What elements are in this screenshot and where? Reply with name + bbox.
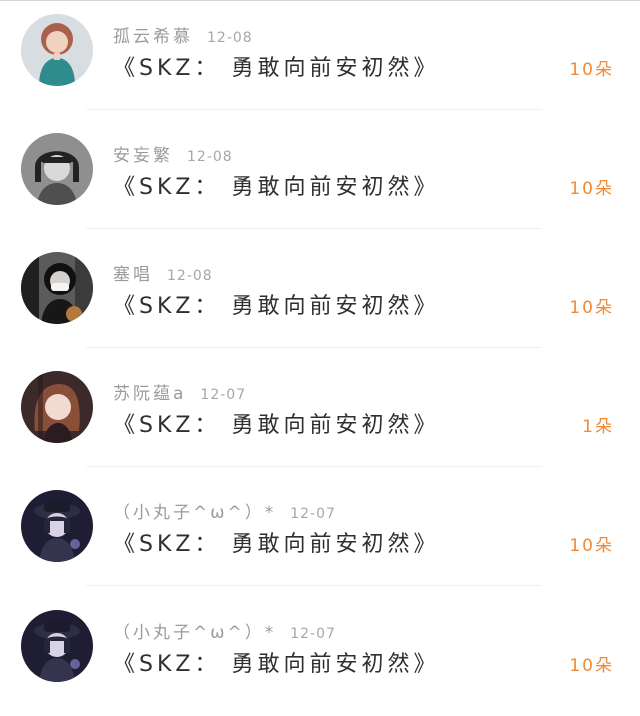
username[interactable]: 安妄繁	[113, 146, 173, 166]
row-divider	[86, 109, 542, 110]
avatar-dark-anime-hat-icon[interactable]	[21, 610, 93, 682]
avatar-woman-reddish-hair-icon[interactable]	[21, 371, 93, 443]
book-title[interactable]: 《SKZ： 勇敢向前安初然》	[113, 646, 439, 678]
list-item[interactable]: 塞唱 12-08 《SKZ： 勇敢向前安初然》 10朵	[0, 238, 640, 358]
gift-amount: 10朵	[569, 60, 614, 80]
username[interactable]: 孤云希慕	[113, 27, 193, 47]
username[interactable]: 塞唱	[113, 265, 153, 285]
item-meta: （小丸子^ω^）* 12-07	[113, 498, 336, 524]
date-label: 12-08	[207, 30, 253, 46]
row-divider	[86, 466, 542, 467]
gift-amount: 1朵	[582, 417, 614, 437]
gift-amount: 10朵	[569, 656, 614, 676]
item-meta: 苏阮蕴a 12-07	[113, 379, 246, 405]
date-label: 12-08	[167, 268, 213, 284]
username[interactable]: （小丸子^ω^）*	[113, 623, 276, 643]
row-divider	[86, 228, 542, 229]
date-label: 12-07	[200, 387, 247, 403]
book-title[interactable]: 《SKZ： 勇敢向前安初然》	[113, 50, 439, 82]
avatar-short-hair-grayscale-icon[interactable]	[21, 133, 93, 205]
list-item[interactable]: （小丸子^ω^）* 12-07 《SKZ： 勇敢向前安初然》 10朵	[0, 596, 640, 716]
row-divider	[86, 585, 542, 586]
list-item[interactable]: 安妄繁 12-08 《SKZ： 勇敢向前安初然》 10朵	[0, 119, 640, 239]
item-meta: 塞唱 12-08	[113, 260, 213, 286]
gift-record-list: 孤云希慕 12-08 《SKZ： 勇敢向前安初然》 10朵 安妄繁 12-08 《S…	[0, 0, 640, 682]
list-item[interactable]: 孤云希慕 12-08 《SKZ： 勇敢向前安初然》 10朵	[0, 0, 640, 120]
book-title[interactable]: 《SKZ： 勇敢向前安初然》	[113, 169, 439, 201]
date-label: 12-08	[187, 149, 233, 165]
item-meta: 孤云希慕 12-08	[113, 22, 253, 48]
book-title[interactable]: 《SKZ： 勇敢向前安初然》	[113, 526, 439, 558]
avatar-mask-dark-photo-icon[interactable]	[21, 252, 93, 324]
username[interactable]: 苏阮蕴a	[113, 384, 186, 404]
gift-amount: 10朵	[569, 298, 614, 318]
item-meta: 安妄繁 12-08	[113, 141, 233, 167]
list-item[interactable]: 苏阮蕴a 12-07 《SKZ： 勇敢向前安初然》 1朵	[0, 357, 640, 477]
username[interactable]: （小丸子^ω^）*	[113, 503, 276, 523]
item-meta: （小丸子^ω^）* 12-07	[113, 618, 336, 644]
date-label: 12-07	[290, 506, 336, 522]
avatar-dark-anime-hat-icon[interactable]	[21, 490, 93, 562]
list-item[interactable]: （小丸子^ω^）* 12-07 《SKZ： 勇敢向前安初然》 10朵	[0, 476, 640, 596]
book-title[interactable]: 《SKZ： 勇敢向前安初然》	[113, 288, 439, 320]
date-label: 12-07	[290, 626, 336, 642]
gift-amount: 10朵	[569, 536, 614, 556]
row-divider	[86, 347, 542, 348]
book-title[interactable]: 《SKZ： 勇敢向前安初然》	[113, 407, 439, 439]
gift-amount: 10朵	[569, 179, 614, 199]
avatar-woman-teal-top-icon[interactable]	[21, 14, 93, 86]
